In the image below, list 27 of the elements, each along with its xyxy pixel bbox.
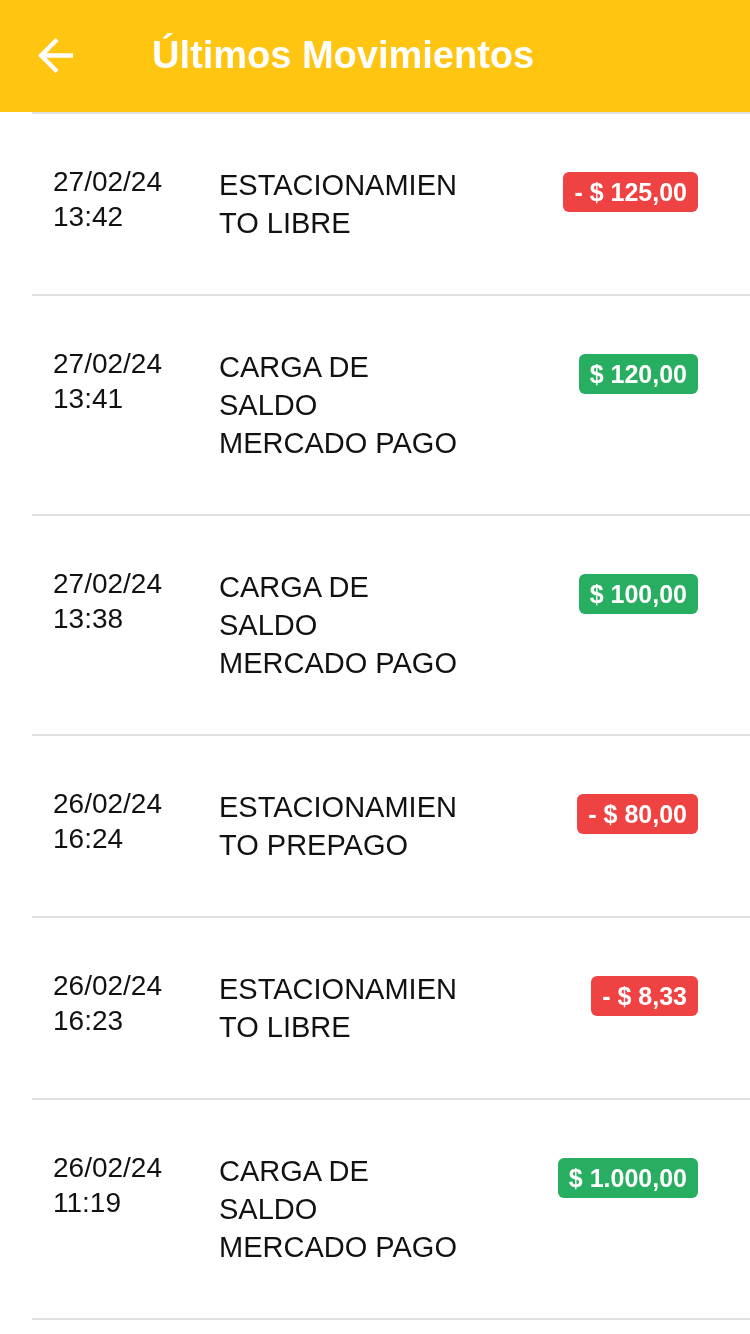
movement-time: 13:42 bbox=[53, 200, 124, 234]
movement-description: CARGA DE SALDO MERCADO PAGO bbox=[219, 570, 458, 681]
movement-description: ESTACIONAMIENTO PREPAGO bbox=[219, 790, 458, 863]
movement-date: 26/02/24 bbox=[53, 969, 162, 1003]
movement-date: 27/02/24 bbox=[53, 165, 162, 199]
screen-title: Últimos Movimientos bbox=[152, 33, 535, 79]
movement-description: CARGA DE SALDO MERCADO PAGO bbox=[219, 350, 458, 461]
amount-badge: $ 100,00 bbox=[578, 574, 698, 614]
movement-date: 27/02/24 bbox=[53, 567, 162, 601]
amount-badge: - $ 80,00 bbox=[577, 794, 698, 834]
arrow-left-icon bbox=[38, 37, 73, 73]
amount-badge: $ 1.000,00 bbox=[557, 1158, 698, 1198]
amount-badge: - $ 125,00 bbox=[563, 172, 698, 212]
movement-description: ESTACIONAMIENTO LIBRE bbox=[219, 168, 458, 241]
movement-date: 26/02/24 bbox=[53, 787, 162, 821]
movement-description: ESTACIONAMIENTO LIBRE bbox=[219, 972, 458, 1045]
movement-description: CARGA DE SALDO MERCADO PAGO bbox=[219, 1154, 458, 1265]
amount-badge: $ 120,00 bbox=[578, 354, 698, 394]
movement-date: 27/02/24 bbox=[53, 347, 162, 381]
movement-time: 16:23 bbox=[53, 1004, 124, 1038]
movement-time: 11:19 bbox=[53, 1186, 121, 1220]
movement-date: 26/02/24 bbox=[53, 1151, 162, 1185]
movement-time: 13:41 bbox=[53, 382, 124, 416]
back-button[interactable] bbox=[38, 37, 73, 73]
movement-time: 16:24 bbox=[53, 822, 124, 856]
amount-badge: - $ 8,33 bbox=[591, 976, 698, 1016]
movement-time: 13:38 bbox=[53, 602, 124, 636]
